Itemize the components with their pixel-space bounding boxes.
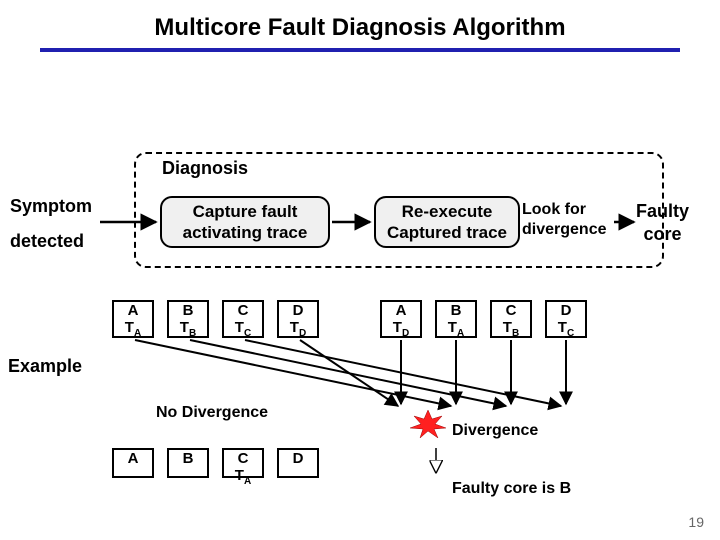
trace-label: TA [224, 468, 262, 487]
core-D-right: D TC [545, 300, 587, 338]
trace-label: TB [492, 320, 530, 339]
lookfor-line1: Look for [522, 200, 606, 220]
trace-label: TC [547, 320, 585, 339]
trace-label: TD [279, 320, 317, 339]
faulty-line1: Faulty [636, 200, 689, 223]
core-head: B [169, 303, 207, 320]
look-for-label: Look for divergence [522, 200, 606, 240]
core-D-left: D TD [277, 300, 319, 338]
faulty-core-is-label: Faulty core is B [452, 480, 571, 498]
core-A-right: A TD [380, 300, 422, 338]
no-divergence-label: No Divergence [156, 404, 268, 422]
capture-line2: activating trace [162, 222, 328, 243]
capture-line1: Capture fault [162, 201, 328, 222]
slide-number: 19 [688, 514, 704, 530]
trace-label: TA [114, 320, 152, 339]
core-head: A [114, 303, 152, 320]
trace-label: TB [169, 320, 207, 339]
trace-label: TA [437, 320, 475, 339]
example-label: Example [8, 356, 82, 377]
core-B-right: B TA [435, 300, 477, 338]
lookfor-line2: divergence [522, 220, 606, 240]
arrow-TC-to-D [245, 340, 561, 406]
core-head: C [492, 303, 530, 320]
symptom-line1: Symptom [10, 196, 92, 217]
symptom-detected-label: Symptom detected [10, 196, 92, 252]
title-bar: Multicore Fault Diagnosis Algorithm [0, 0, 720, 58]
core-C-left: C TC [222, 300, 264, 338]
arrow-TB-to-C [190, 340, 506, 406]
core-head: D [279, 303, 317, 320]
divergence-burst-icon [410, 410, 446, 438]
arrow-TD-to-A [300, 340, 398, 406]
core-head: A [382, 303, 420, 320]
core-head: C [224, 303, 262, 320]
core-C-bottom: C TA [222, 448, 264, 478]
divergence-label: Divergence [452, 422, 538, 440]
core-B-bottom: B [167, 448, 209, 478]
core-A-left: A TA [112, 300, 154, 338]
arrow-TA-to-B [135, 340, 451, 406]
arrows-overlay [0, 0, 720, 540]
diagnosis-label: Diagnosis [162, 158, 248, 179]
reexec-line2: Captured trace [376, 222, 518, 243]
core-C-right: C TB [490, 300, 532, 338]
capture-fault-box: Capture fault activating trace [160, 196, 330, 248]
core-head: B [437, 303, 475, 320]
faulty-core-label: Faulty core [636, 200, 689, 245]
core-D-bottom: D [277, 448, 319, 478]
core-head: B [169, 451, 207, 468]
reexecute-box: Re-execute Captured trace [374, 196, 520, 248]
core-head: D [547, 303, 585, 320]
page-title: Multicore Fault Diagnosis Algorithm [40, 14, 680, 52]
core-A-bottom: A [112, 448, 154, 478]
trace-label: TD [382, 320, 420, 339]
symptom-line2: detected [10, 231, 92, 252]
trace-label: TC [224, 320, 262, 339]
core-head: D [279, 451, 317, 468]
core-B-left: B TB [167, 300, 209, 338]
core-head: A [114, 451, 152, 468]
faulty-line2: core [636, 223, 689, 246]
reexec-line1: Re-execute [376, 201, 518, 222]
core-head: C [224, 451, 262, 468]
